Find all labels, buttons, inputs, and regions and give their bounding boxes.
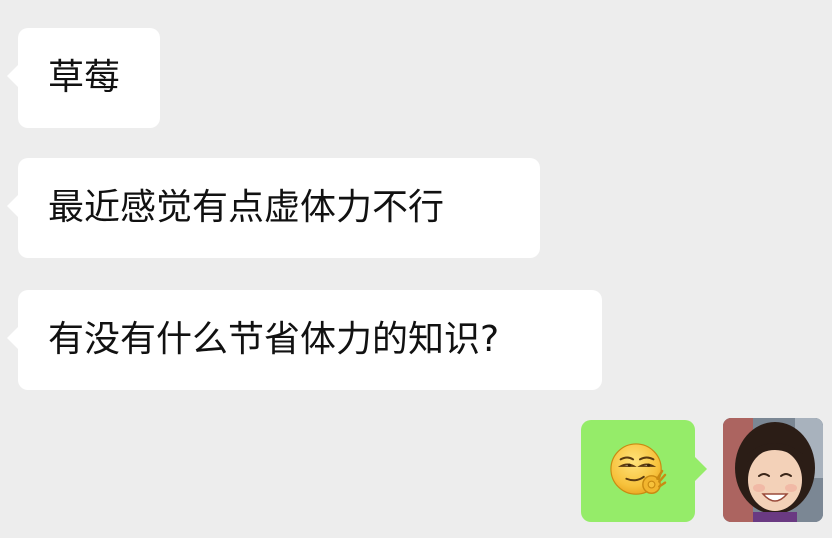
message-text: 草莓 bbox=[48, 57, 121, 98]
user-avatar[interactable] bbox=[723, 418, 823, 522]
avatar-photo bbox=[723, 418, 823, 522]
outgoing-sticker-bubble[interactable] bbox=[581, 420, 707, 522]
smirk-ok-hand-emoji-icon bbox=[610, 443, 667, 495]
incoming-message-bubble[interactable]: 草莓 bbox=[7, 28, 160, 128]
message-text: 最近感觉有点虚体力不行 bbox=[48, 187, 445, 228]
message-text: 有没有什么节省体力的知识? bbox=[48, 319, 500, 360]
incoming-message-bubble[interactable]: 有没有什么节省体力的知识? bbox=[7, 290, 602, 390]
incoming-message-bubble[interactable]: 最近感觉有点虚体力不行 bbox=[7, 158, 540, 258]
chat-area: 草莓 最近感觉有点虚体力不行 有没有什么节省体力的知识? bbox=[0, 0, 832, 538]
